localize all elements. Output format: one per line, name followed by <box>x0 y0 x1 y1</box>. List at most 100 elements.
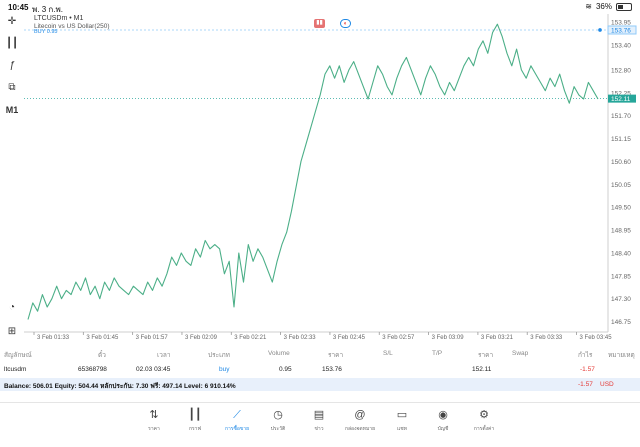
balance-currency: USD <box>600 381 614 388</box>
trade-icon: ⟋ <box>233 409 241 421</box>
balance-text: Balance: 506.01 Equity: 504.44 หลักประกั… <box>4 383 236 390</box>
row-open-price: 153.76 <box>322 366 342 373</box>
indicator-icon[interactable]: ƒ <box>4 58 20 74</box>
tab-history[interactable]: ◷ ประวัติ <box>260 407 296 439</box>
x-tick-label: 3 Feb 02:57 <box>382 335 415 339</box>
one-click-sell-icon[interactable]: ▮▮ <box>314 19 325 28</box>
price-series-line <box>27 23 599 320</box>
col-symbol: สัญลักษณ์ <box>4 352 32 359</box>
tab-label: ราคา <box>148 426 160 432</box>
x-tick-label: 3 Feb 03:09 <box>432 335 465 339</box>
col-time: เวลา <box>157 352 171 359</box>
y-tick-label: 152.80 <box>611 67 631 74</box>
x-tick-label: 3 Feb 02:45 <box>333 335 366 339</box>
tab-chat[interactable]: ▭ แชท <box>384 407 420 439</box>
table-row[interactable]: ltcusdm 65368798 02.03 03:45 buy 0.95 15… <box>0 364 640 376</box>
col-comment: หมายเหตุ <box>608 352 635 359</box>
x-tick-label: 3 Feb 01:45 <box>86 335 119 339</box>
account-icon: ◉ <box>438 409 448 421</box>
balance-profit: -1.57 <box>578 381 593 388</box>
col-sl: S/L <box>383 350 393 357</box>
col-open-price: ราคา <box>328 352 344 359</box>
tab-label: กล่องจดหมาย <box>344 426 376 432</box>
y-tick-label: 150.05 <box>611 182 631 189</box>
y-tick-label: 151.15 <box>611 136 631 143</box>
y-tick-label: 151.70 <box>611 113 631 120</box>
status-bar: 10:45 พ. 3 ก.พ. ≋ 36% <box>0 0 640 14</box>
tab-chart[interactable]: ┃┃ กราฟ <box>177 407 213 439</box>
y-tick-label: 147.85 <box>611 273 631 280</box>
y-tick-label: 148.95 <box>611 228 631 235</box>
x-tick-label: 3 Feb 02:33 <box>284 335 317 339</box>
x-tick-label: 3 Feb 03:21 <box>481 335 514 339</box>
col-profit: กำไร <box>578 352 593 359</box>
history-icon: ◷ <box>273 409 283 421</box>
status-right: ≋ 36% <box>585 2 632 11</box>
chart-icon: ┃┃ <box>188 409 202 421</box>
row-time: 02.03 03:45 <box>136 366 171 373</box>
y-tick-label: 147.30 <box>611 296 631 303</box>
row-price: 152.11 <box>472 366 492 373</box>
tab-settings[interactable]: ⚙ การตั้งค่า <box>466 407 502 439</box>
wifi-icon: ≋ <box>585 2 592 11</box>
tab-quotes[interactable]: ⇅ ราคา <box>136 407 172 439</box>
tab-label: ข่าว <box>314 426 324 432</box>
col-type: ประเภท <box>208 352 230 359</box>
x-tick-label: 3 Feb 02:09 <box>185 335 218 339</box>
y-tick-label: 153.40 <box>611 42 631 49</box>
chart-svg: 153.95153.40152.80152.25151.70151.15150.… <box>24 14 637 339</box>
balance-bar: Balance: 506.01 Equity: 504.44 หลักประกั… <box>0 378 640 391</box>
battery-icon <box>616 2 632 11</box>
chart-toolbar: ✛ ┃┃ ƒ ⧉ M1 ◔ ⊞ <box>0 14 24 339</box>
tab-mailbox[interactable]: @ กล่องจดหมาย <box>342 407 378 439</box>
speedometer-icon[interactable]: ◔ <box>4 300 20 316</box>
row-ticket: 65368798 <box>78 366 107 373</box>
order-marker <box>598 28 602 32</box>
tab-label: การตั้งค่า <box>473 426 495 432</box>
news-icon: ▤ <box>313 409 325 421</box>
y-tick-label: 150.60 <box>611 159 631 166</box>
x-tick-label: 3 Feb 03:33 <box>530 335 563 339</box>
x-tick-label: 3 Feb 02:21 <box>234 335 267 339</box>
tab-label: แชท <box>397 426 407 432</box>
col-tp: T/P <box>432 350 443 357</box>
row-volume: 0.95 <box>279 366 292 373</box>
col-price: ราคา <box>478 352 494 359</box>
x-tick-label: 3 Feb 03:45 <box>580 335 613 339</box>
col-ticket: ตั๋ว <box>98 352 106 359</box>
chat-icon: ▭ <box>396 409 408 421</box>
tab-account[interactable]: ◉ บัญชี <box>425 407 461 439</box>
tab-trade[interactable]: ⟋ การซื้อขาย <box>219 407 255 439</box>
col-volume: Volume <box>268 350 290 357</box>
order-line-label: BUY 0.95 <box>34 29 58 35</box>
y-tick-label: 146.75 <box>611 319 631 326</box>
tab-label: ประวัติ <box>270 426 286 432</box>
one-click-toggle-icon[interactable]: ◐ <box>340 19 351 28</box>
crosshair-icon[interactable]: ✛ <box>4 14 20 30</box>
col-swap: Swap <box>512 350 529 357</box>
status-time: 10:45 <box>8 3 29 12</box>
price-chart[interactable]: 153.95 153.40 152.80 152.25 151.70 151.15 150.… <box>24 14 640 339</box>
row-symbol: ltcusdm <box>4 366 27 373</box>
row-profit: -1.57 <box>580 366 595 373</box>
tab-label: กราฟ <box>188 426 202 432</box>
new-order-icon[interactable]: ⊞ <box>4 324 20 340</box>
settings-icon: ⚙ <box>479 409 489 421</box>
tab-news[interactable]: ▤ ข่าว <box>301 407 337 439</box>
mailbox-icon: @ <box>354 409 366 421</box>
battery-percent: 36% <box>595 2 612 11</box>
timeframe-button[interactable]: M1 <box>4 102 20 118</box>
y-tick-label: 148.40 <box>611 250 631 257</box>
row-type: buy <box>219 366 230 373</box>
x-tick-label: 3 Feb 01:57 <box>136 335 169 339</box>
chart-symbol: LTCUSDm • M1 <box>34 15 84 22</box>
objects-icon[interactable]: ⧉ <box>4 80 20 96</box>
y-tick-label: 149.50 <box>611 205 631 212</box>
x-tick-label: 3 Feb 01:33 <box>37 335 70 339</box>
tab-label: การซื้อขาย <box>224 426 250 432</box>
tab-bar: ⇅ ราคา ┃┃ กราฟ ⟋ การซื้อขาย ◷ ประวัติ ▤ … <box>0 402 640 447</box>
order-price-label: 153.76 <box>611 27 631 34</box>
candlestick-icon[interactable]: ┃┃ <box>4 36 20 52</box>
quotes-icon: ⇅ <box>149 409 159 421</box>
positions-header: สัญลักษณ์ ตั๋ว เวลา ประเภท Volume ราคา S… <box>0 348 640 360</box>
